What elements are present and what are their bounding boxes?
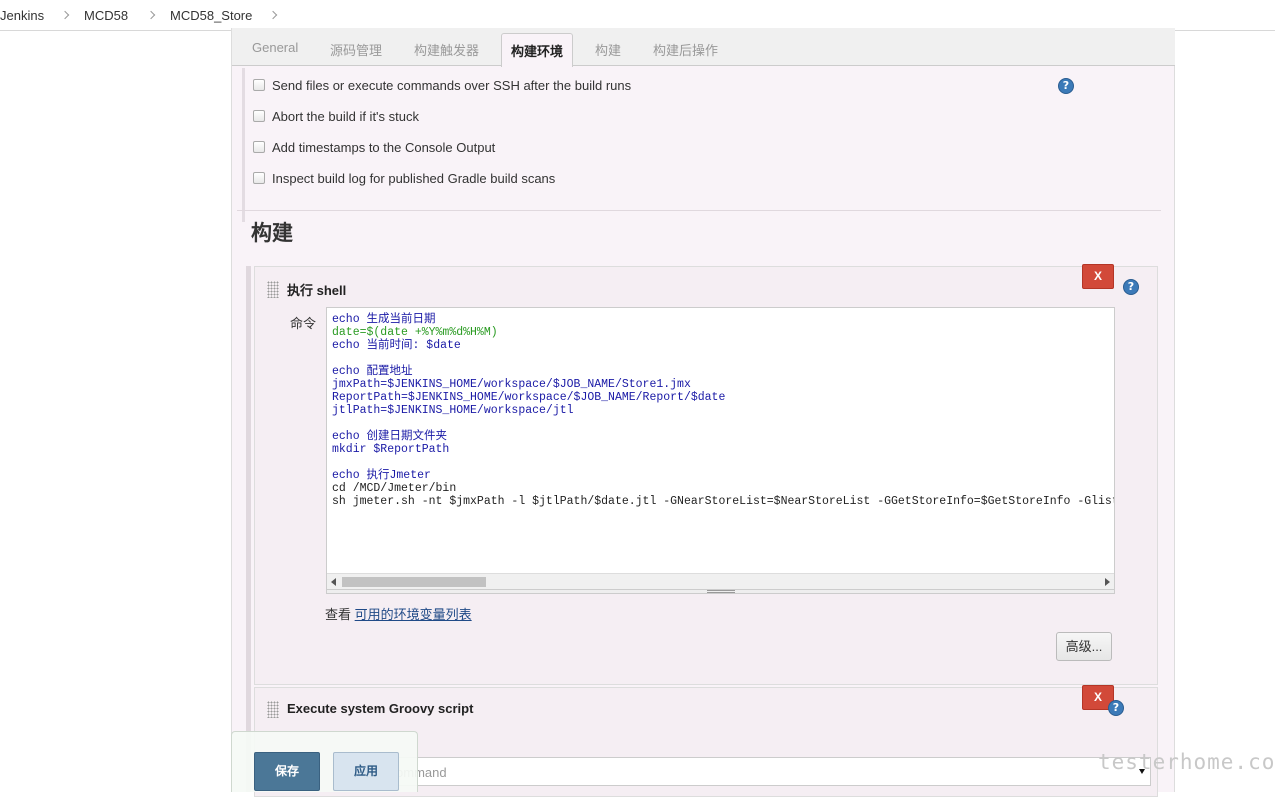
scroll-right-icon[interactable] [1105,578,1110,586]
chevron-right-icon[interactable] [60,10,70,20]
step-title: Execute system Groovy script [287,701,474,716]
config-tab-bar: General 源码管理 构建触发器 构建环境 构建 构建后操作 [232,28,1175,67]
drag-handle-icon[interactable] [267,281,279,298]
tab-build[interactable]: 构建 [595,40,621,59]
timestamps-checkbox[interactable] [253,141,265,153]
section-indicator [242,68,245,222]
breadcrumb-jenkins[interactable]: Jenkins [0,8,44,23]
breadcrumb-mcd58[interactable]: MCD58 [84,8,128,23]
drag-handle-icon[interactable] [267,701,279,718]
option-label: Add timestamps to the Console Output [272,140,496,155]
chevron-right-icon[interactable] [146,10,156,20]
apply-button[interactable]: 应用 [333,752,399,791]
scroll-left-icon[interactable] [331,578,336,586]
grip-icon [707,590,735,593]
breadcrumb: Jenkins MCD58 MCD58_Store [0,0,1275,31]
groovy-source-select[interactable]: Groovy command [335,757,1151,786]
chevron-right-icon[interactable] [268,10,278,20]
option-label: Abort the build if it's stuck [272,109,419,124]
tab-build-triggers[interactable]: 构建触发器 [414,40,479,59]
watermark: testerhome.com [1098,750,1275,774]
scrollbar-thumb[interactable] [342,577,486,587]
save-bar: 保存 应用 [231,731,418,792]
tab-build-environment[interactable]: 构建环境 [501,33,574,67]
save-button[interactable]: 保存 [254,752,320,791]
command-textarea[interactable]: echo 生成当前日期 date=$(date +%Y%m%d%H%M) ech… [326,307,1115,590]
help-icon[interactable]: ? [1058,78,1074,94]
section-title-build: 构建 [251,222,293,245]
tab-post-build[interactable]: 构建后操作 [653,40,718,59]
config-panel: General 源码管理 构建触发器 构建环境 构建 构建后操作 Send fi… [231,28,1175,797]
gradle-scans-checkbox[interactable] [253,172,265,184]
command-label: 命令 [290,316,317,331]
env-vars-hint: 查看 可用的环境变量列表 [325,604,472,623]
build-steps-indicator [246,266,251,792]
advanced-button[interactable]: 高级... [1056,632,1112,661]
build-step-shell: 执行 shell X ? 命令 echo 生成当前日期 date=$(date … [254,264,1158,685]
command-text: echo 生成当前日期 date=$(date +%Y%m%d%H%M) ech… [332,313,1115,508]
textarea-resize-handle[interactable] [326,590,1115,594]
abort-stuck-checkbox[interactable] [253,110,265,122]
option-label: Send files or execute commands over SSH … [272,78,632,93]
option-label: Inspect build log for published Gradle b… [272,171,556,186]
horizontal-scrollbar[interactable] [327,573,1114,589]
breadcrumb-mcd58-store[interactable]: MCD58_Store [170,8,252,23]
delete-step-button[interactable]: X [1082,264,1114,289]
ssh-after-build-checkbox[interactable] [253,79,265,91]
tab-general[interactable]: General [252,40,298,55]
section-divider [237,210,1161,211]
env-vars-link[interactable]: 可用的环境变量列表 [355,607,472,622]
env-vars-prefix: 查看 [325,607,352,622]
step-title: 执行 shell [287,283,347,298]
tab-source-control[interactable]: 源码管理 [330,40,382,59]
help-icon[interactable]: ? [1123,279,1139,295]
help-icon[interactable]: ? [1108,700,1124,716]
